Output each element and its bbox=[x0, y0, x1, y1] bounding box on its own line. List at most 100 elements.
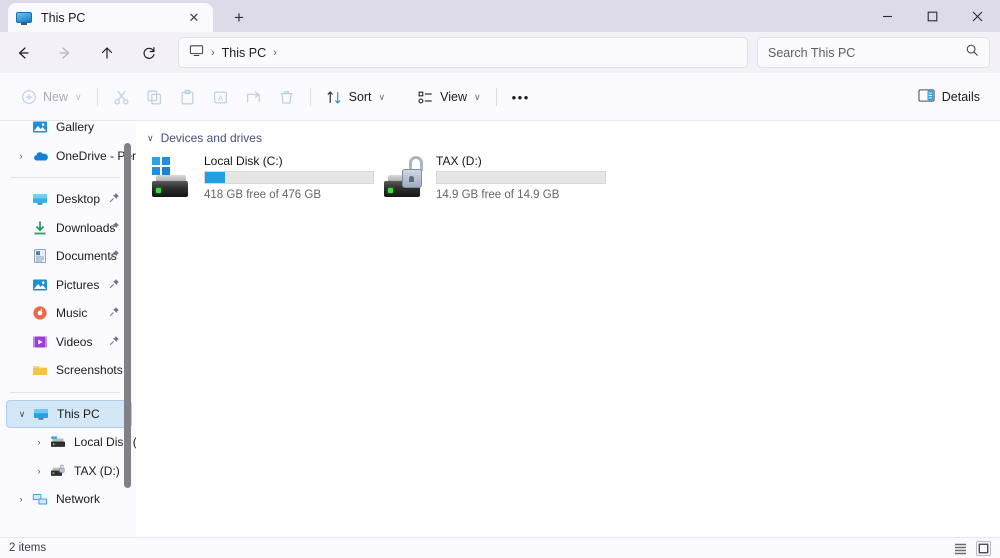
back-button[interactable] bbox=[7, 37, 39, 68]
file-list-area[interactable]: ∨ Devices and drives Local Disk (C:) 418… bbox=[136, 121, 1000, 537]
chevron-right-icon[interactable]: › bbox=[32, 428, 46, 457]
rename-button[interactable]: A bbox=[204, 81, 237, 113]
sidebar-divider bbox=[10, 391, 120, 393]
details-pane-button[interactable]: Details bbox=[910, 81, 988, 113]
pin-icon[interactable] bbox=[109, 219, 120, 237]
chevron-down-icon[interactable]: ∨ bbox=[147, 133, 154, 144]
this-pc-icon bbox=[33, 406, 49, 422]
chevron-down-icon: ∨ bbox=[378, 91, 386, 102]
capacity-bar-fill bbox=[205, 172, 226, 183]
pin-icon[interactable] bbox=[109, 304, 120, 322]
sidebar-item-label: Screenshots bbox=[56, 363, 123, 378]
drive-item-tax-d[interactable]: TAX (D:) 14.9 GB free of 14.9 GB bbox=[382, 154, 632, 206]
divider bbox=[96, 88, 98, 106]
refresh-button[interactable] bbox=[133, 37, 165, 68]
details-label: Details bbox=[941, 90, 980, 104]
share-button[interactable] bbox=[237, 81, 270, 113]
view-toggle-group bbox=[953, 538, 991, 558]
sidebar-item-label: Desktop bbox=[56, 192, 101, 207]
sidebar-item-downloads[interactable]: Downloads bbox=[6, 214, 132, 243]
view-button[interactable]: View ∨ bbox=[409, 81, 488, 113]
onedrive-icon bbox=[32, 148, 48, 164]
sidebar-item-label: Videos bbox=[56, 334, 93, 349]
sidebar-item-gallery[interactable]: Gallery bbox=[6, 121, 132, 142]
delete-button[interactable] bbox=[270, 81, 303, 113]
delete-icon bbox=[278, 89, 295, 106]
search-box[interactable]: Search This PC bbox=[757, 37, 990, 68]
status-bar: 2 items bbox=[0, 537, 1000, 558]
sidebar-item-pictures[interactable]: Pictures bbox=[6, 271, 132, 300]
sidebar-item-music[interactable]: Music bbox=[6, 299, 132, 328]
capacity-bar bbox=[204, 171, 374, 184]
sort-icon bbox=[326, 89, 343, 106]
chevron-right-icon[interactable]: › bbox=[32, 457, 46, 486]
videos-icon bbox=[32, 334, 48, 350]
breadcrumb-trailing-separator[interactable]: › bbox=[273, 47, 277, 59]
sidebar-item-videos[interactable]: Videos bbox=[6, 328, 132, 357]
sidebar-item-onedrive-perso[interactable]: ›OneDrive - Perso bbox=[6, 142, 137, 171]
capacity-bar bbox=[436, 171, 606, 184]
chevron-down-icon: ∨ bbox=[474, 91, 481, 102]
drive-d-icon bbox=[50, 463, 66, 479]
pin-icon[interactable] bbox=[109, 276, 120, 294]
monitor-icon bbox=[16, 10, 32, 26]
item-count: 2 items bbox=[9, 542, 47, 554]
sidebar-item-screenshots[interactable]: Screenshots bbox=[6, 356, 132, 385]
chevron-right-icon[interactable]: › bbox=[14, 142, 28, 171]
tab-this-pc[interactable]: This PC ✕ bbox=[8, 3, 213, 32]
cut-icon bbox=[113, 89, 130, 106]
new-button[interactable]: New ∨ bbox=[12, 81, 90, 113]
sort-label: Sort bbox=[348, 90, 372, 104]
breadcrumb-item-this-pc[interactable]: This PC bbox=[222, 46, 266, 60]
close-tab-icon[interactable]: ✕ bbox=[183, 7, 205, 29]
monitor-icon bbox=[189, 43, 204, 63]
close-icon[interactable] bbox=[955, 0, 1000, 32]
network-icon bbox=[32, 491, 48, 507]
chevron-right-icon[interactable]: › bbox=[14, 485, 28, 514]
drive-c-icon bbox=[50, 434, 66, 450]
group-header-devices-and-drives[interactable]: ∨ Devices and drives bbox=[147, 131, 262, 145]
copy-button[interactable] bbox=[138, 81, 171, 113]
sidebar-item-label: Network bbox=[56, 492, 101, 507]
drive-name: Local Disk (C:) bbox=[204, 154, 283, 168]
unlocked-padlock-icon bbox=[400, 156, 424, 189]
divider bbox=[495, 88, 497, 106]
minimize-icon[interactable] bbox=[865, 0, 910, 32]
pin-icon[interactable] bbox=[109, 333, 120, 351]
tiles-view-icon[interactable] bbox=[976, 541, 991, 556]
bitlocker-unlocked-drive-icon bbox=[382, 156, 430, 201]
sidebar-item-tax-d[interactable]: › TAX (D:) bbox=[6, 457, 132, 486]
group-title: Devices and drives bbox=[160, 131, 262, 145]
drive-item-local-disk-c[interactable]: Local Disk (C:) 418 GB free of 476 GB bbox=[150, 154, 400, 206]
sidebar-divider bbox=[10, 177, 120, 178]
search-input[interactable]: Search This PC bbox=[768, 46, 965, 60]
chevron-down-icon[interactable]: ∨ bbox=[15, 401, 29, 430]
sidebar-item-this-pc[interactable]: ∨ This PC bbox=[6, 399, 132, 430]
more-options-button[interactable]: ••• bbox=[504, 81, 538, 113]
sidebar-item-local-disk-c[interactable]: ›Local Disk (C:) bbox=[6, 428, 137, 457]
sidebar-item-network[interactable]: › Network bbox=[6, 485, 132, 514]
command-bar: New ∨ A Sort ∨ View ∨ ••• Details bbox=[0, 73, 1000, 121]
pin-icon[interactable] bbox=[109, 190, 120, 208]
gallery-icon bbox=[32, 121, 48, 135]
tab-label: This PC bbox=[41, 10, 86, 25]
svg-text:A: A bbox=[218, 93, 223, 102]
documents-icon bbox=[32, 248, 48, 264]
list-view-icon[interactable] bbox=[953, 541, 968, 556]
sidebar-item-desktop[interactable]: Desktop bbox=[6, 185, 132, 214]
paste-button[interactable] bbox=[171, 81, 204, 113]
sort-button[interactable]: Sort ∨ bbox=[318, 81, 394, 113]
sidebar-scrollbar-thumb[interactable] bbox=[124, 143, 131, 488]
cut-button[interactable] bbox=[105, 81, 138, 113]
forward-button[interactable] bbox=[49, 37, 81, 68]
up-button[interactable] bbox=[91, 37, 123, 68]
maximize-icon[interactable] bbox=[910, 0, 955, 32]
pin-icon[interactable] bbox=[109, 247, 120, 265]
address-bar[interactable]: › This PC › bbox=[178, 37, 748, 68]
divider bbox=[309, 88, 311, 106]
new-tab-button[interactable]: + bbox=[226, 6, 252, 29]
sidebar-item-label: Music bbox=[56, 306, 88, 321]
new-label: New bbox=[43, 90, 69, 104]
search-icon[interactable] bbox=[965, 43, 979, 62]
sidebar-item-documents[interactable]: Documents bbox=[6, 242, 132, 271]
